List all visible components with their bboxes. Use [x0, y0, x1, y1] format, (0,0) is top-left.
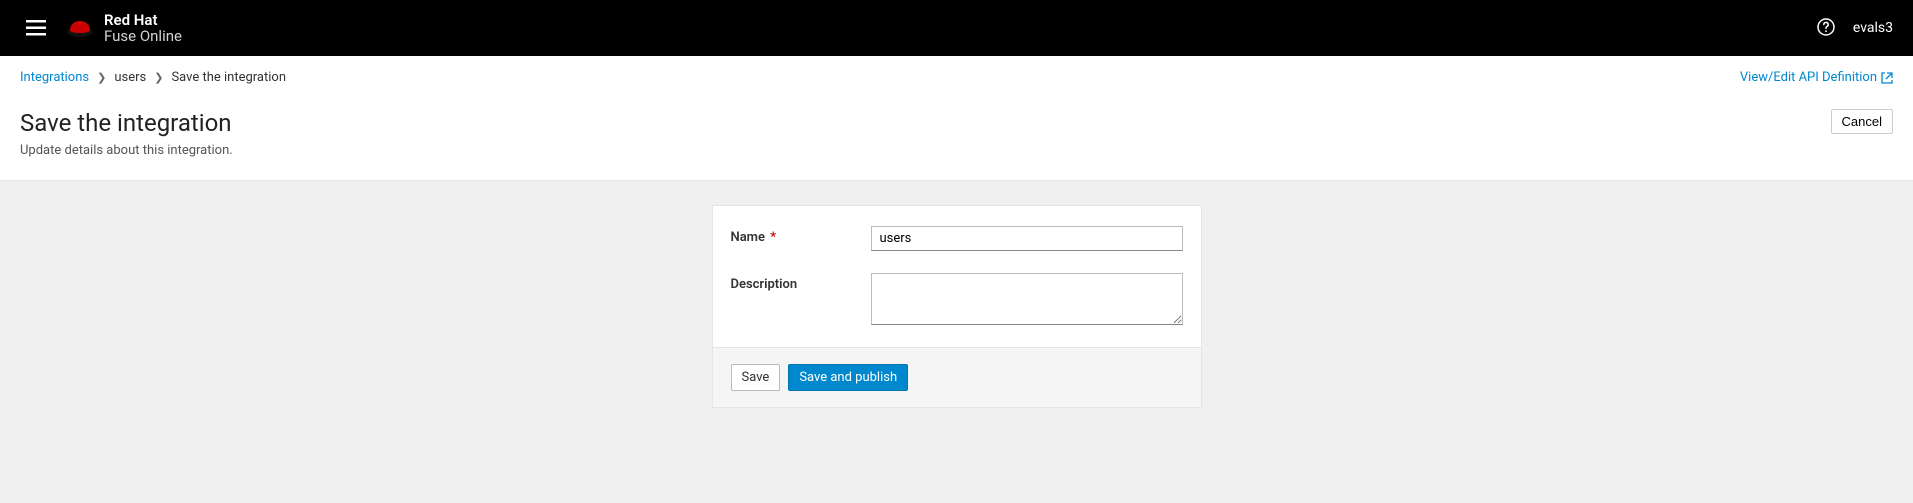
page-title: Save the integration [20, 109, 233, 137]
description-label: Description [731, 273, 871, 292]
breadcrumb-users: users [114, 70, 146, 85]
cancel-button[interactable]: Cancel [1831, 109, 1893, 134]
view-edit-api-link[interactable]: View/Edit API Definition [1740, 70, 1893, 85]
page-header-section: Integrations ❯ users ❯ Save the integrat… [0, 56, 1913, 181]
brand-line1: Red Hat [104, 12, 182, 29]
name-input[interactable] [871, 226, 1183, 251]
breadcrumb: Integrations ❯ users ❯ Save the integrat… [20, 70, 286, 85]
app-header: Red Hat Fuse Online evals3 [0, 0, 1913, 56]
save-button[interactable]: Save [731, 364, 781, 391]
hamburger-icon [26, 20, 46, 36]
save-and-publish-button[interactable]: Save and publish [788, 364, 908, 391]
brand-logo[interactable]: Red Hat Fuse Online [66, 12, 182, 45]
external-link-icon [1881, 72, 1893, 84]
integration-form-card: Name * Description Save Save and publish [712, 205, 1202, 408]
brand-text: Red Hat Fuse Online [104, 12, 182, 45]
page-subtitle: Update details about this integration. [20, 143, 233, 158]
api-link-text: View/Edit API Definition [1740, 70, 1877, 85]
redhat-icon [66, 17, 94, 39]
breadcrumb-current: Save the integration [171, 70, 286, 85]
chevron-right-icon: ❯ [97, 71, 106, 84]
name-label-text: Name [731, 230, 765, 245]
help-icon [1817, 18, 1835, 36]
menu-toggle-button[interactable] [20, 14, 52, 42]
breadcrumb-integrations[interactable]: Integrations [20, 70, 89, 85]
help-button[interactable] [1817, 18, 1835, 39]
brand-line2: Fuse Online [104, 28, 182, 45]
required-mark: * [770, 230, 776, 245]
name-label: Name * [731, 226, 871, 245]
form-actions: Save Save and publish [713, 347, 1201, 407]
form-container: Name * Description Save Save and publish [0, 181, 1913, 432]
description-textarea[interactable] [871, 273, 1183, 325]
chevron-right-icon: ❯ [154, 71, 163, 84]
username-label[interactable]: evals3 [1853, 20, 1893, 36]
